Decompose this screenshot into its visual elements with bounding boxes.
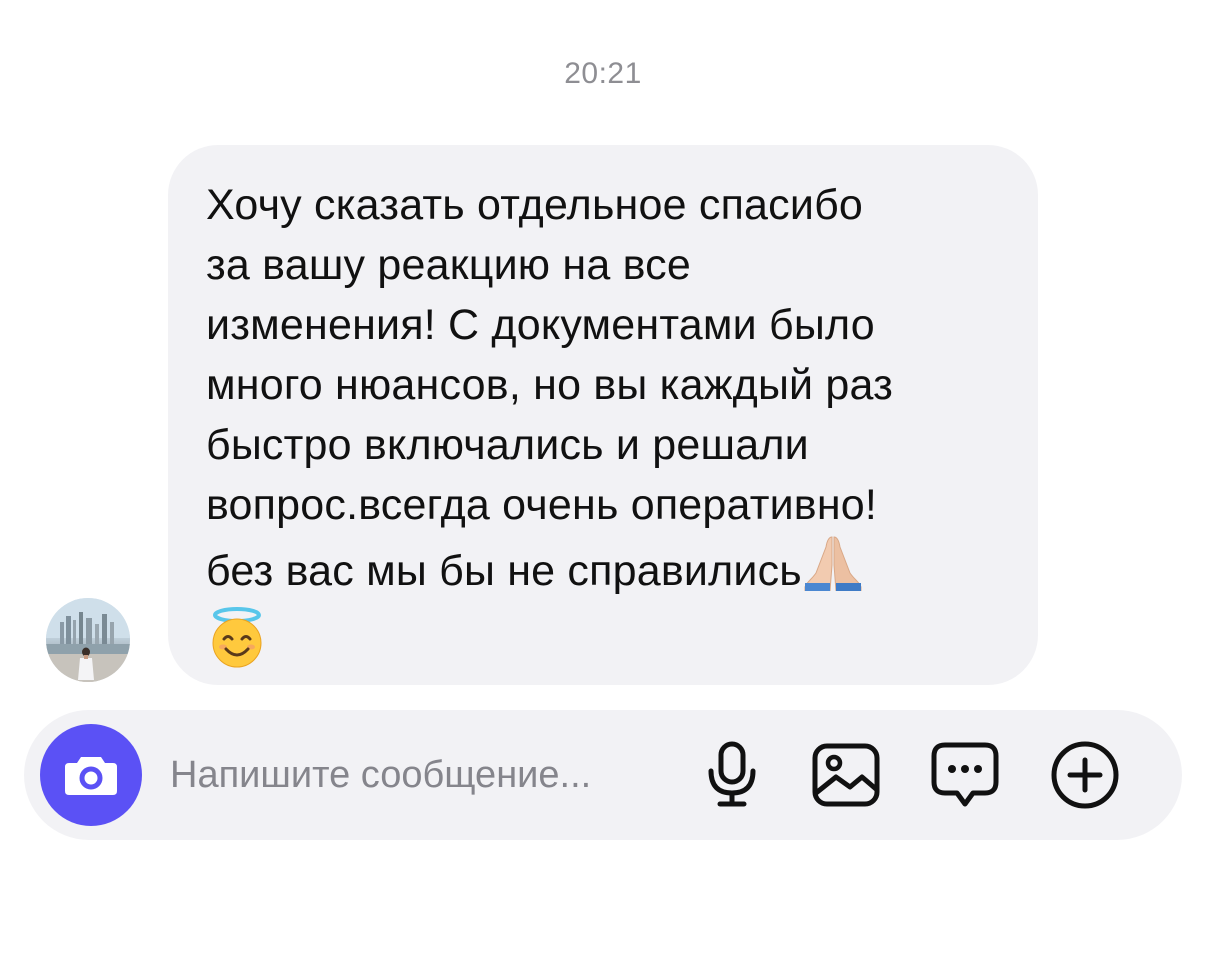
- message-timestamp: 20:21: [564, 57, 642, 90]
- plus-circle-icon: [1051, 741, 1119, 809]
- message-line: быстро включались и решали: [206, 421, 809, 469]
- microphone-button[interactable]: [696, 739, 768, 811]
- message-text: Хочу сказать отдельное спасибо за вашу р…: [206, 175, 1018, 685]
- gallery-button[interactable]: [810, 739, 882, 811]
- message-bubble[interactable]: Хочу сказать отдельное спасибо за вашу р…: [168, 145, 1038, 685]
- more-button[interactable]: [1049, 739, 1121, 811]
- image-icon: [812, 743, 880, 807]
- microphone-icon: [708, 741, 756, 807]
- message-line: вопрос.всегда очень оперативно!: [206, 481, 878, 529]
- message-line: много нюансов, но вы каждый раз: [206, 361, 894, 409]
- message-line: без вас мы бы не справились: [206, 547, 802, 595]
- camera-button[interactable]: [40, 724, 142, 826]
- message-dots-icon: [931, 742, 999, 807]
- smiling-face-with-halo-emoji: [206, 607, 268, 685]
- message-input[interactable]: [170, 748, 680, 802]
- message-line: Хочу сказать отдельное спасибо: [206, 181, 864, 229]
- sender-avatar[interactable]: [46, 598, 130, 682]
- folded-hands-emoji: [802, 535, 864, 607]
- message-line: за вашу реакцию на все: [206, 241, 691, 289]
- camera-icon: [65, 757, 117, 795]
- message-line: изменения! С документами было: [206, 301, 875, 349]
- message-composer: [24, 710, 1182, 840]
- sticker-button[interactable]: [929, 739, 1001, 811]
- avatar-photo: [46, 598, 130, 682]
